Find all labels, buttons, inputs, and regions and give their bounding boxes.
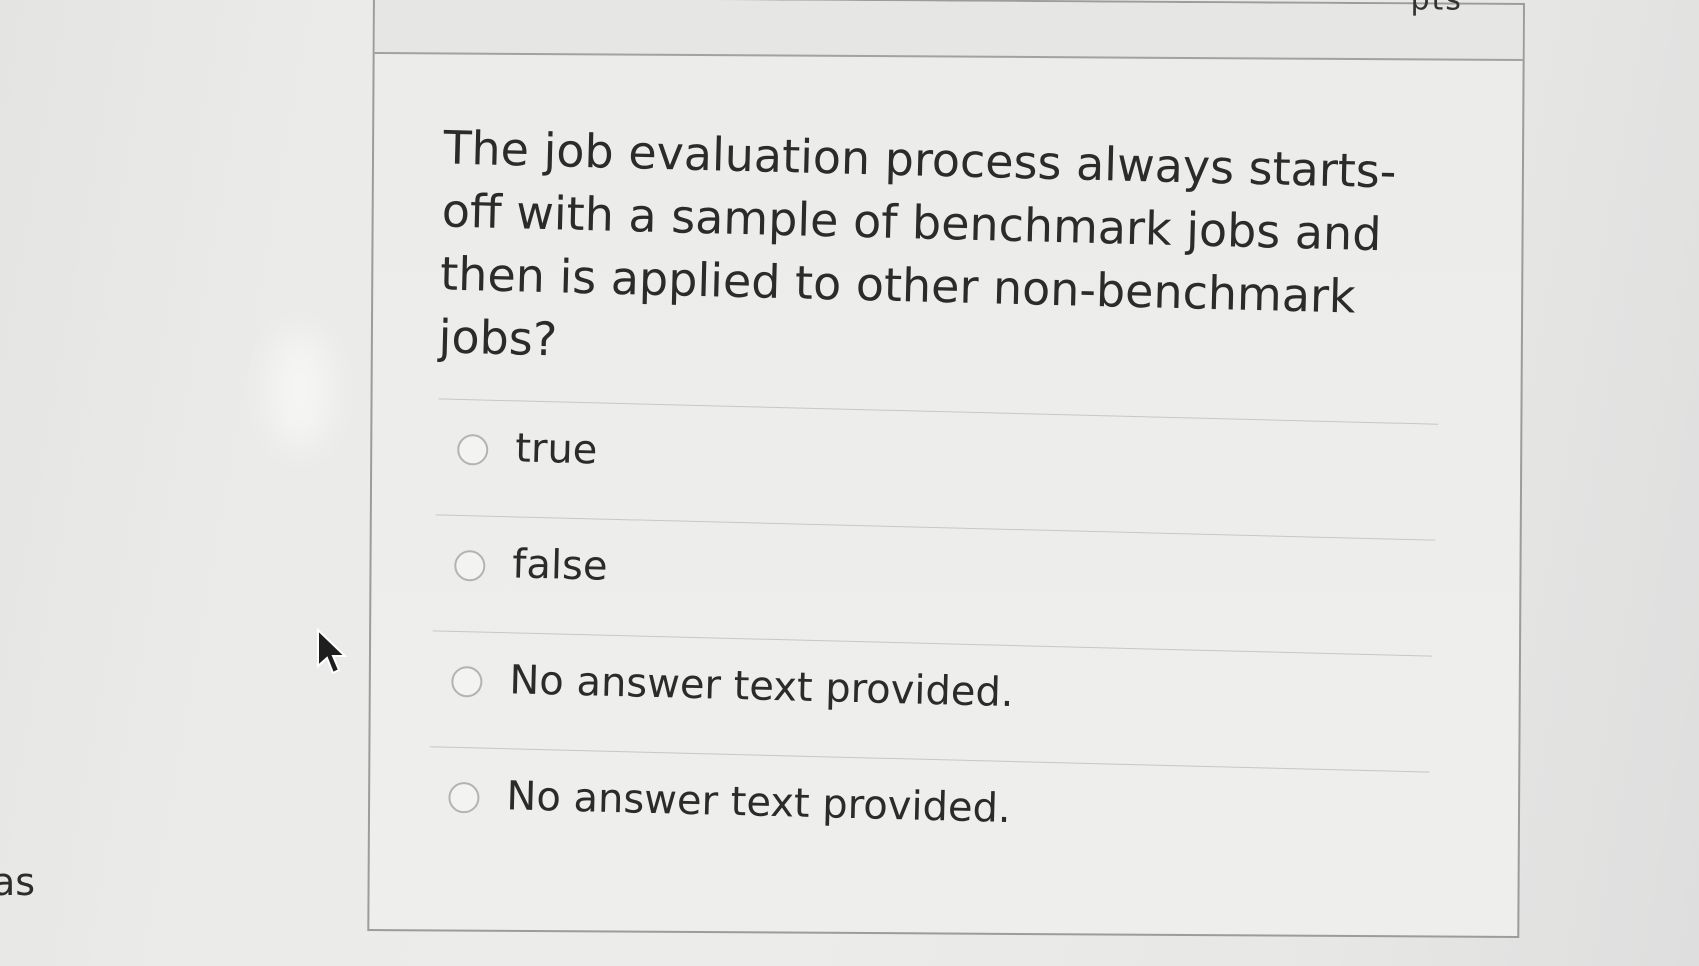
points-label: pts xyxy=(1410,0,1463,18)
radio-button[interactable] xyxy=(450,665,483,698)
question-text: The job evaluation process always starts… xyxy=(438,120,1398,367)
mouse-pointer-icon xyxy=(317,628,348,675)
answer-list: true false No answer text provided. No a… xyxy=(426,398,1439,888)
answer-label[interactable]: No answer text provided. xyxy=(506,773,1011,832)
radio-button[interactable] xyxy=(453,549,486,582)
radio-button[interactable] xyxy=(448,781,480,814)
quiz-question-panel: pts The job evaluation process always st… xyxy=(367,0,1525,939)
answer-label[interactable]: false xyxy=(512,541,608,589)
answer-label[interactable]: No answer text provided. xyxy=(509,657,1014,716)
screen-glare xyxy=(270,330,330,450)
left-page-fragment-text: as xyxy=(0,860,36,904)
answer-option-4[interactable]: No answer text provided. xyxy=(426,746,1430,888)
radio-button[interactable] xyxy=(456,433,489,466)
answer-label[interactable]: true xyxy=(515,425,598,473)
question-header: pts xyxy=(374,0,1523,62)
